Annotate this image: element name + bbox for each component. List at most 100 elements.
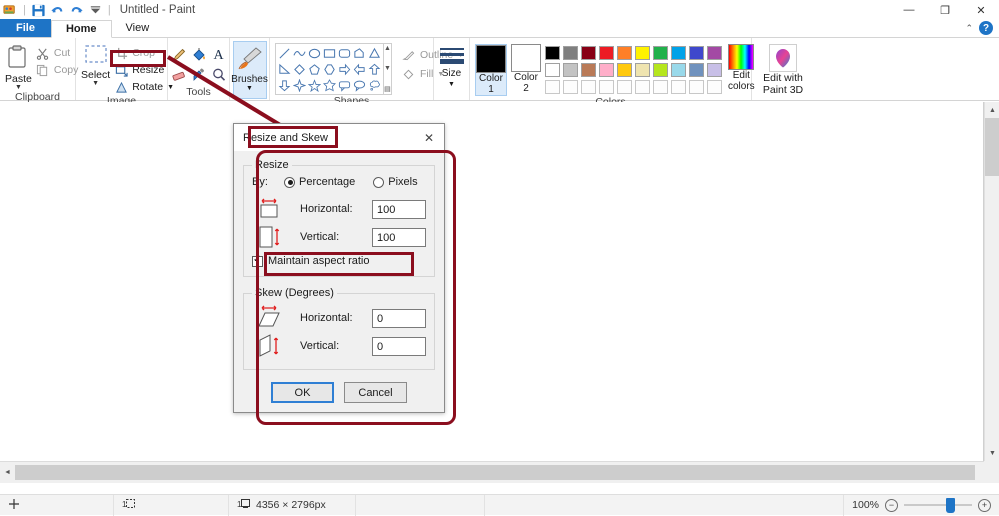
- palette-swatch-row1-4[interactable]: [617, 46, 632, 60]
- dialog-close-button[interactable]: ✕: [414, 124, 444, 151]
- shape-polygon[interactable]: [352, 45, 367, 61]
- shape-five-point-star[interactable]: [307, 77, 322, 93]
- shape-left-arrow[interactable]: [352, 61, 367, 77]
- scroll-left-icon[interactable]: ◄: [0, 465, 15, 481]
- select-button[interactable]: Select ▼: [81, 42, 110, 87]
- pixels-radio[interactable]: Pixels: [373, 176, 417, 188]
- tab-view[interactable]: View: [112, 19, 164, 37]
- zoom-in-button[interactable]: +: [978, 499, 991, 512]
- fill-tool[interactable]: [189, 46, 209, 66]
- palette-swatch-row2-9[interactable]: [707, 63, 722, 77]
- shape-curve[interactable]: [292, 45, 307, 61]
- shapes-gallery-scrollbar[interactable]: ▲ ▼ ▤: [384, 43, 392, 95]
- shape-six-point-star[interactable]: [322, 77, 337, 93]
- size-button[interactable]: Size ▼: [440, 42, 464, 88]
- pencil-tool[interactable]: [169, 46, 189, 66]
- tab-home[interactable]: Home: [51, 20, 112, 38]
- window-controls[interactable]: — ❐ ✕: [891, 0, 999, 20]
- copy-button[interactable]: Copy: [32, 62, 83, 78]
- palette-swatch-row3-2[interactable]: [581, 80, 596, 94]
- brushes-dropdown-icon[interactable]: ▼: [246, 85, 253, 92]
- color-2-button[interactable]: Color 2: [511, 44, 541, 94]
- color-picker-tool[interactable]: [189, 66, 209, 86]
- shape-right-triangle[interactable]: [277, 61, 292, 77]
- palette-swatch-row1-6[interactable]: [653, 46, 668, 60]
- horizontal-input[interactable]: 100: [372, 200, 426, 219]
- vertical-scrollbar[interactable]: ▲ ▼: [984, 102, 999, 461]
- select-dropdown-icon[interactable]: ▼: [92, 81, 99, 87]
- shape-rounded-rectangle[interactable]: [337, 45, 352, 61]
- shape-oval[interactable]: [307, 45, 322, 61]
- skew-horizontal-input[interactable]: 0: [372, 309, 426, 328]
- shape-four-point-star[interactable]: [292, 77, 307, 93]
- palette-swatch-row3-7[interactable]: [671, 80, 686, 94]
- vertical-scroll-thumb[interactable]: [985, 118, 999, 176]
- shape-rectangle[interactable]: [322, 45, 337, 61]
- horizontal-scrollbar[interactable]: ◄: [0, 461, 984, 483]
- palette-swatch-row3-6[interactable]: [653, 80, 668, 94]
- color-1-button[interactable]: Color 1: [475, 44, 507, 96]
- shape-pentagon[interactable]: [307, 61, 322, 77]
- palette-swatch-row3-1[interactable]: [563, 80, 578, 94]
- palette-swatch-row2-8[interactable]: [689, 63, 704, 77]
- palette-swatch-row1-7[interactable]: [671, 46, 686, 60]
- palette-swatch-row1-8[interactable]: [689, 46, 704, 60]
- palette-swatch-row1-3[interactable]: [599, 46, 614, 60]
- magnifier-tool[interactable]: [209, 66, 229, 86]
- palette-swatch-row2-4[interactable]: [617, 63, 632, 77]
- zoom-out-button[interactable]: −: [885, 499, 898, 512]
- palette-swatch-row3-9[interactable]: [707, 80, 722, 94]
- maintain-aspect-ratio-checkbox[interactable]: Maintain aspect ratio: [252, 255, 426, 267]
- ribbon-tabs[interactable]: File Home View ⌃ ?: [0, 20, 999, 38]
- redo-icon[interactable]: [69, 3, 84, 18]
- scroll-up-icon[interactable]: ▲: [985, 102, 999, 118]
- shape-line[interactable]: [277, 45, 292, 61]
- palette-swatch-row3-4[interactable]: [617, 80, 632, 94]
- palette-swatch-row2-0[interactable]: [545, 63, 560, 77]
- shape-triangle[interactable]: [367, 45, 382, 61]
- customize-icon[interactable]: [88, 3, 103, 18]
- shapes-gallery[interactable]: [275, 43, 384, 95]
- palette-swatch-row3-8[interactable]: [689, 80, 704, 94]
- text-tool[interactable]: A: [209, 46, 229, 66]
- shape-oval-callout[interactable]: [352, 77, 367, 93]
- quick-access-toolbar[interactable]: | |: [0, 3, 112, 18]
- palette-swatch-row1-9[interactable]: [707, 46, 722, 60]
- brushes-button[interactable]: Brushes ▼: [233, 41, 267, 99]
- palette-swatch-row2-2[interactable]: [581, 63, 596, 77]
- restore-button[interactable]: ❐: [927, 0, 963, 20]
- percentage-radio[interactable]: Percentage: [284, 176, 355, 188]
- shape-diamond[interactable]: [292, 61, 307, 77]
- palette-swatch-row1-5[interactable]: [635, 46, 650, 60]
- shape-right-arrow[interactable]: [337, 61, 352, 77]
- paste-button[interactable]: Paste ▼: [5, 42, 32, 91]
- ok-button[interactable]: OK: [271, 382, 334, 403]
- cancel-button[interactable]: Cancel: [344, 382, 407, 403]
- cut-button[interactable]: Cut: [32, 45, 83, 61]
- shape-cloud-callout[interactable]: [367, 77, 382, 93]
- shape-up-arrow[interactable]: [367, 61, 382, 77]
- minimize-button[interactable]: —: [891, 0, 927, 20]
- palette-swatch-row2-5[interactable]: [635, 63, 650, 77]
- palette-swatch-row1-1[interactable]: [563, 46, 578, 60]
- palette-swatch-row2-7[interactable]: [671, 63, 686, 77]
- save-icon[interactable]: [31, 3, 46, 18]
- zoom-slider-track[interactable]: [904, 504, 972, 506]
- eraser-tool[interactable]: [169, 66, 189, 86]
- shapes-gallery-expand-icon[interactable]: ▤: [384, 85, 391, 93]
- edit-colors-button[interactable]: Edit colors: [728, 44, 755, 92]
- palette-swatch-row3-3[interactable]: [599, 80, 614, 94]
- color-palette[interactable]: [545, 44, 724, 96]
- shape-rounded-callout[interactable]: [337, 77, 352, 93]
- palette-swatch-row1-0[interactable]: [545, 46, 560, 60]
- edit-with-paint3d-button[interactable]: Edit with Paint 3D: [757, 42, 809, 96]
- palette-swatch-row3-5[interactable]: [635, 80, 650, 94]
- collapse-ribbon-icon[interactable]: ⌃: [965, 23, 973, 34]
- drawing-canvas[interactable]: [0, 102, 984, 461]
- shape-hexagon[interactable]: [322, 61, 337, 77]
- shapes-scroll-up-icon[interactable]: ▲: [384, 45, 391, 52]
- tab-file[interactable]: File: [0, 19, 51, 37]
- zoom-slider-thumb[interactable]: [946, 498, 955, 513]
- skew-vertical-input[interactable]: 0: [372, 337, 426, 356]
- palette-swatch-row2-6[interactable]: [653, 63, 668, 77]
